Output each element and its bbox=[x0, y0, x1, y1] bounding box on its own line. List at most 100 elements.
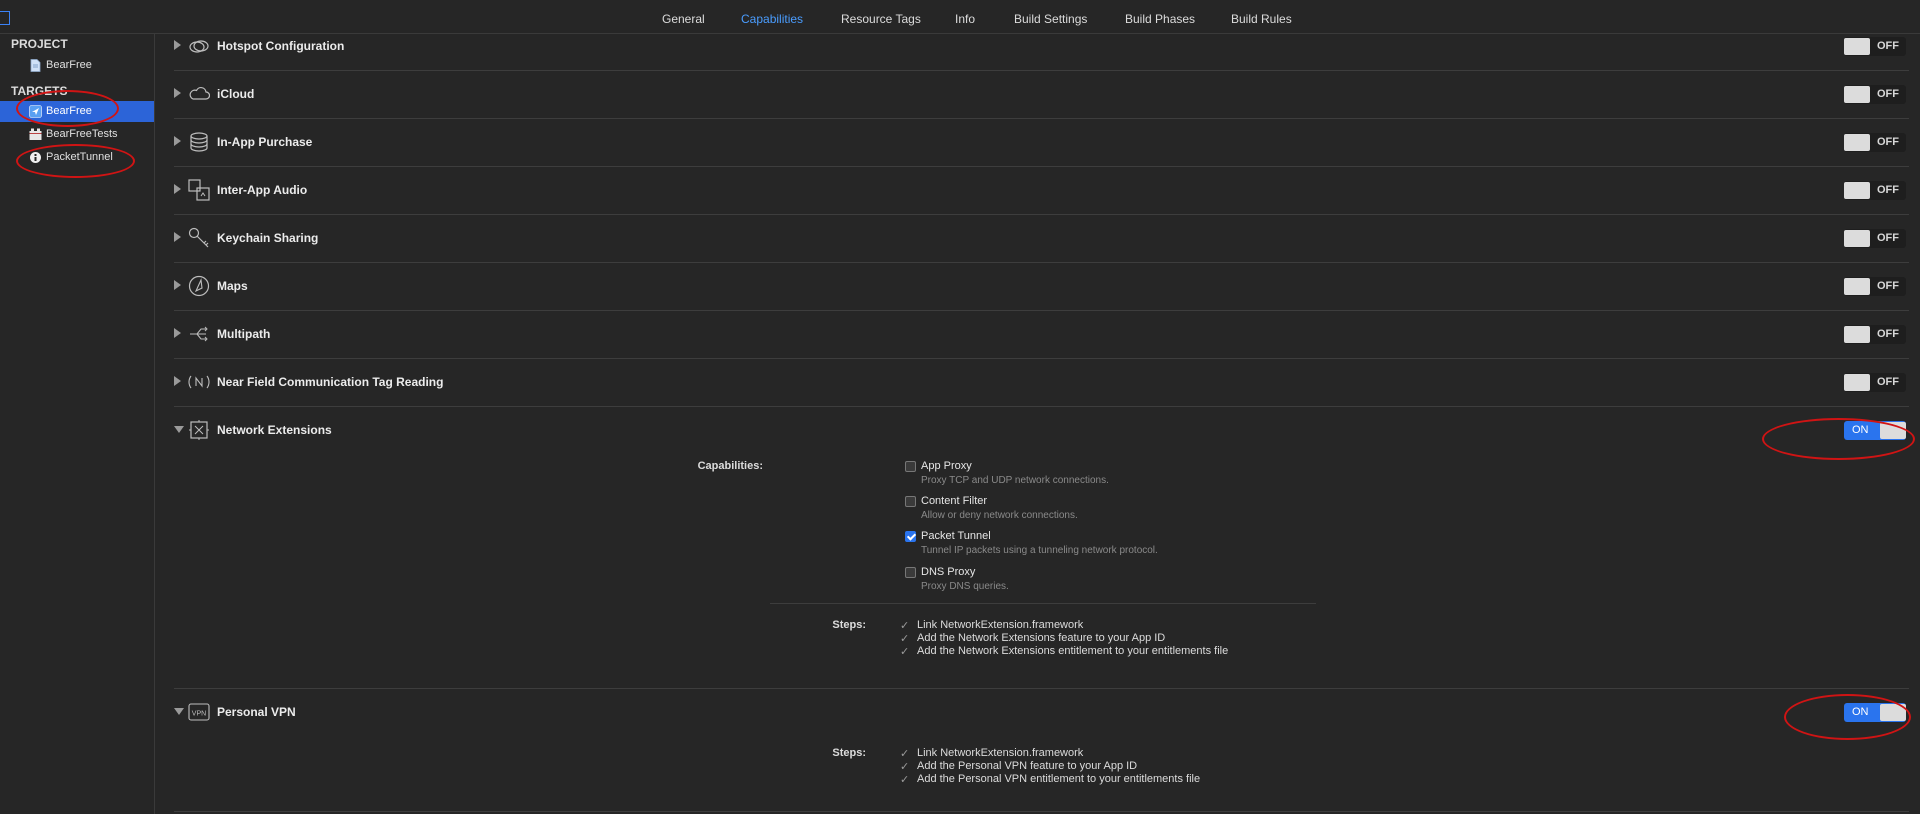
capability-row-multipath: Multipath OFF bbox=[174, 311, 1909, 359]
dns-proxy-checkbox[interactable] bbox=[905, 567, 916, 578]
icloud-icon bbox=[189, 87, 210, 100]
capability-row-in-app-purchase: In-App Purchase OFF bbox=[174, 119, 1909, 167]
option-title: Content Filter bbox=[921, 495, 988, 507]
step-text: Add the Network Extensions feature to yo… bbox=[917, 632, 1166, 644]
keychain-icon bbox=[188, 227, 209, 248]
switch-state: OFF bbox=[1877, 184, 1899, 196]
disclosure-triangle-icon[interactable] bbox=[174, 708, 184, 715]
step-check-icon: ✓ bbox=[900, 620, 910, 632]
option-title: DNS Proxy bbox=[921, 566, 976, 578]
option-description: Allow or deny network connections. bbox=[921, 510, 1078, 521]
disclosure-triangle-icon[interactable] bbox=[174, 136, 181, 146]
capability-title: Network Extensions bbox=[217, 423, 332, 437]
capability-title: Hotspot Configuration bbox=[217, 39, 345, 53]
disclosure-triangle-icon[interactable] bbox=[174, 426, 184, 433]
capability-row-personal-vpn: VPN Personal VPN ON bbox=[174, 689, 1909, 737]
capability-switch[interactable]: OFF bbox=[1844, 85, 1906, 104]
target-label: PacketTunnel bbox=[46, 151, 113, 163]
test-bundle-icon bbox=[29, 128, 42, 140]
switch-state: OFF bbox=[1877, 328, 1899, 340]
switch-state: OFF bbox=[1877, 136, 1899, 148]
content-filter-checkbox[interactable] bbox=[905, 496, 916, 507]
capability-title: Maps bbox=[217, 279, 248, 293]
switch-state: OFF bbox=[1877, 376, 1899, 388]
switch-state: ON bbox=[1852, 424, 1869, 436]
vpn-icon: VPN bbox=[188, 703, 210, 721]
capability-title: Near Field Communication Tag Reading bbox=[217, 375, 444, 389]
capability-title: Multipath bbox=[217, 327, 271, 341]
project-item-label: BearFree bbox=[46, 59, 92, 71]
capability-switch[interactable]: OFF bbox=[1844, 373, 1906, 392]
multipath-icon bbox=[190, 326, 208, 342]
option-description: Proxy TCP and UDP network connections. bbox=[921, 475, 1109, 486]
capability-row-keychain-sharing: Keychain Sharing OFF bbox=[174, 215, 1909, 263]
capability-switch[interactable]: OFF bbox=[1844, 181, 1906, 200]
project-navigator-sidebar: PROJECT BearFree TARGETS BearFree BearFr… bbox=[0, 34, 155, 814]
capability-switch[interactable]: OFF bbox=[1844, 277, 1906, 296]
app-proxy-checkbox[interactable] bbox=[905, 461, 916, 472]
capability-title: Personal VPN bbox=[217, 705, 296, 719]
option-description: Proxy DNS queries. bbox=[921, 581, 1009, 592]
disclosure-triangle-icon[interactable] bbox=[174, 328, 181, 338]
targets-header: TARGETS bbox=[11, 84, 68, 98]
hotspot-icon bbox=[189, 40, 209, 53]
capability-switch[interactable]: OFF bbox=[1844, 229, 1906, 248]
target-item-bearfree[interactable]: BearFree bbox=[0, 101, 154, 122]
target-label: BearFree bbox=[46, 105, 92, 117]
project-file-icon bbox=[30, 59, 41, 72]
app-target-icon bbox=[29, 105, 42, 118]
capability-row-network-extensions: Network Extensions ON bbox=[174, 407, 1909, 455]
inter-app-audio-icon bbox=[188, 179, 210, 201]
divider bbox=[770, 603, 1316, 604]
project-item[interactable]: BearFree bbox=[0, 55, 154, 76]
step-text: Add the Personal VPN entitlement to your… bbox=[917, 773, 1201, 785]
step-check-icon: ✓ bbox=[900, 761, 910, 773]
capability-switch[interactable]: OFF bbox=[1844, 133, 1906, 152]
target-item-packettunnel[interactable]: PacketTunnel bbox=[0, 147, 154, 168]
target-item-bearfreetests[interactable]: BearFreeTests bbox=[0, 124, 154, 145]
target-label: BearFreeTests bbox=[46, 128, 118, 140]
disclosure-triangle-icon[interactable] bbox=[174, 88, 181, 98]
switch-state: OFF bbox=[1877, 88, 1899, 100]
nfc-icon bbox=[188, 375, 210, 389]
capability-row-nfc: Near Field Communication Tag Reading OFF bbox=[174, 359, 1909, 407]
personal-vpn-details: Steps: ✓ Link NetworkExtension.framework… bbox=[174, 737, 1909, 812]
capabilities-label: Capabilities: bbox=[697, 460, 763, 472]
capability-title: In-App Purchase bbox=[217, 135, 313, 149]
disclosure-triangle-icon[interactable] bbox=[174, 376, 181, 386]
in-app-purchase-icon bbox=[190, 132, 208, 152]
capability-switch[interactable]: OFF bbox=[1844, 325, 1906, 344]
disclosure-triangle-icon[interactable] bbox=[174, 232, 181, 242]
option-description: Tunnel IP packets using a tunneling netw… bbox=[921, 545, 1158, 556]
step-text: Add the Personal VPN feature to your App… bbox=[917, 760, 1138, 772]
network-extensions-details: Capabilities: App Proxy Proxy TCP and UD… bbox=[174, 455, 1909, 689]
disclosure-triangle-icon[interactable] bbox=[174, 280, 181, 290]
steps-label: Steps: bbox=[832, 619, 866, 631]
capability-switch[interactable]: OFF bbox=[1844, 37, 1906, 56]
switch-state: OFF bbox=[1877, 232, 1899, 244]
svg-text:VPN: VPN bbox=[192, 711, 206, 718]
capability-row-hotspot: Hotspot Configuration OFF bbox=[174, 23, 1909, 71]
extension-icon bbox=[30, 152, 41, 163]
project-header: PROJECT bbox=[11, 37, 68, 51]
step-text: Add the Network Extensions entitlement t… bbox=[917, 645, 1229, 657]
switch-state: OFF bbox=[1877, 280, 1899, 292]
capability-row-maps: Maps OFF bbox=[174, 263, 1909, 311]
capability-title: Keychain Sharing bbox=[217, 231, 319, 245]
maps-icon bbox=[188, 275, 210, 297]
option-title: Packet Tunnel bbox=[921, 530, 991, 542]
capability-switch[interactable]: ON bbox=[1844, 703, 1906, 722]
capability-title: iCloud bbox=[217, 87, 255, 101]
switch-state: OFF bbox=[1877, 40, 1899, 52]
step-text: Link NetworkExtension.framework bbox=[917, 747, 1084, 759]
network-extensions-icon bbox=[189, 420, 209, 440]
disclosure-triangle-icon[interactable] bbox=[174, 40, 181, 50]
option-title: App Proxy bbox=[921, 460, 972, 472]
disclosure-triangle-icon[interactable] bbox=[174, 184, 181, 194]
switch-state: ON bbox=[1852, 706, 1869, 718]
packet-tunnel-checkbox[interactable] bbox=[905, 531, 916, 542]
capabilities-pane: Hotspot Configuration OFF iCloud OFF In-… bbox=[155, 34, 1920, 814]
step-check-icon: ✓ bbox=[900, 774, 910, 786]
capability-switch[interactable]: ON bbox=[1844, 421, 1906, 440]
capability-title: Inter-App Audio bbox=[217, 183, 308, 197]
